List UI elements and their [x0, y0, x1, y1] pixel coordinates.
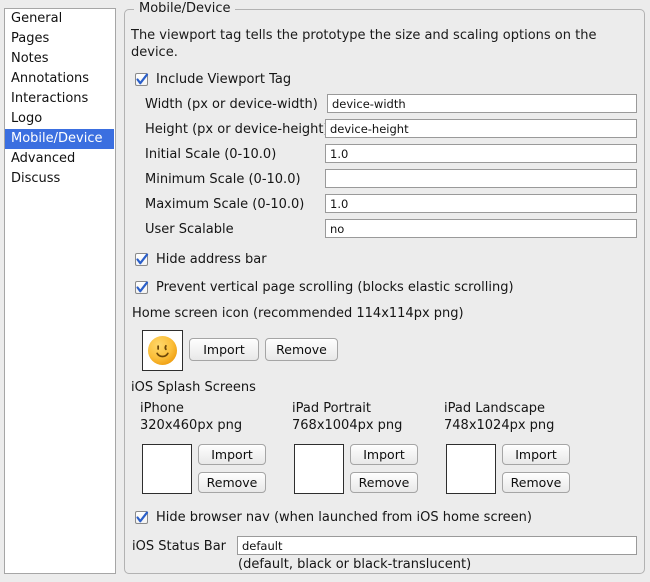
splash-ipad-portrait-size-label: 768x1004px png: [292, 418, 402, 434]
group-title: Mobile/Device: [134, 2, 235, 16]
ios-status-bar-input[interactable]: [237, 536, 637, 555]
splash-ipad-portrait-remove-button[interactable]: Remove: [350, 472, 418, 493]
splash-iphone-import-button[interactable]: Import: [198, 444, 266, 465]
sidebar-item-notes[interactable]: Notes: [5, 49, 115, 69]
settings-sidebar[interactable]: General Pages Notes Annotations Interact…: [4, 8, 116, 574]
sidebar-item-discuss[interactable]: Discuss: [5, 169, 115, 189]
maximum-scale-label: Maximum Scale (0-10.0): [145, 197, 304, 212]
splash-ipad-portrait-preview[interactable]: [294, 444, 344, 494]
hide-address-bar-checkbox[interactable]: Hide address bar: [135, 252, 267, 267]
splash-ipad-portrait-import-button[interactable]: Import: [350, 444, 418, 465]
sidebar-item-advanced[interactable]: Advanced: [5, 149, 115, 169]
prevent-vertical-scrolling-checkbox[interactable]: Prevent vertical page scrolling (blocks …: [135, 280, 514, 295]
sidebar-item-general[interactable]: General: [5, 9, 115, 29]
height-input[interactable]: [325, 119, 637, 138]
checkmark-icon: [135, 253, 148, 266]
initial-scale-label: Initial Scale (0-10.0): [145, 147, 276, 162]
hide-browser-nav-label: Hide browser nav (when launched from iOS…: [156, 510, 532, 525]
splash-iphone-preview[interactable]: [142, 444, 192, 494]
home-screen-icon-preview[interactable]: [142, 330, 183, 371]
minimum-scale-input[interactable]: [325, 169, 637, 188]
checkmark-icon: [135, 73, 148, 86]
width-label: Width (px or device-width): [145, 97, 318, 112]
splash-iphone-remove-button[interactable]: Remove: [198, 472, 266, 493]
include-viewport-tag-label: Include Viewport Tag: [156, 72, 291, 87]
smiley-face-icon: [147, 335, 178, 366]
sidebar-item-pages[interactable]: Pages: [5, 29, 115, 49]
checkmark-icon: [135, 281, 148, 294]
sidebar-item-logo[interactable]: Logo: [5, 109, 115, 129]
width-input[interactable]: [327, 94, 637, 113]
splash-screens-heading: iOS Splash Screens: [131, 380, 256, 395]
hide-browser-nav-checkbox[interactable]: Hide browser nav (when launched from iOS…: [135, 510, 532, 525]
splash-iphone-device-label: iPhone: [140, 401, 184, 417]
height-label: Height (px or device-height): [145, 122, 329, 137]
user-scalable-input[interactable]: [325, 219, 637, 238]
checkmark-icon: [135, 511, 148, 524]
maximum-scale-input[interactable]: [325, 194, 637, 213]
sidebar-item-interactions[interactable]: Interactions: [5, 89, 115, 109]
home-screen-icon-heading: Home screen icon (recommended 114x114px …: [132, 306, 464, 321]
splash-ipad-portrait-device-label: iPad Portrait: [292, 401, 371, 417]
sidebar-item-mobile-device[interactable]: Mobile/Device: [5, 129, 114, 149]
splash-ipad-landscape-remove-button[interactable]: Remove: [502, 472, 570, 493]
splash-ipad-landscape-import-button[interactable]: Import: [502, 444, 570, 465]
sidebar-item-annotations[interactable]: Annotations: [5, 69, 115, 89]
user-scalable-label: User Scalable: [145, 222, 234, 237]
prevent-vertical-scrolling-label: Prevent vertical page scrolling (blocks …: [156, 280, 514, 295]
splash-ipad-landscape-size-label: 748x1024px png: [444, 418, 554, 434]
splash-ipad-landscape-device-label: iPad Landscape: [444, 401, 545, 417]
minimum-scale-label: Minimum Scale (0-10.0): [145, 172, 301, 187]
splash-iphone-size-label: 320x460px png: [140, 418, 242, 434]
home-icon-remove-button[interactable]: Remove: [265, 338, 338, 361]
initial-scale-input[interactable]: [325, 144, 637, 163]
include-viewport-tag-checkbox[interactable]: Include Viewport Tag: [135, 72, 291, 87]
splash-ipad-landscape-preview[interactable]: [446, 444, 496, 494]
home-icon-import-button[interactable]: Import: [189, 338, 259, 361]
ios-status-bar-hint: (default, black or black-translucent): [238, 557, 471, 572]
hide-address-bar-label: Hide address bar: [156, 252, 267, 267]
viewport-description: The viewport tag tells the prototype the…: [131, 27, 611, 61]
ios-status-bar-label: iOS Status Bar: [132, 539, 226, 554]
